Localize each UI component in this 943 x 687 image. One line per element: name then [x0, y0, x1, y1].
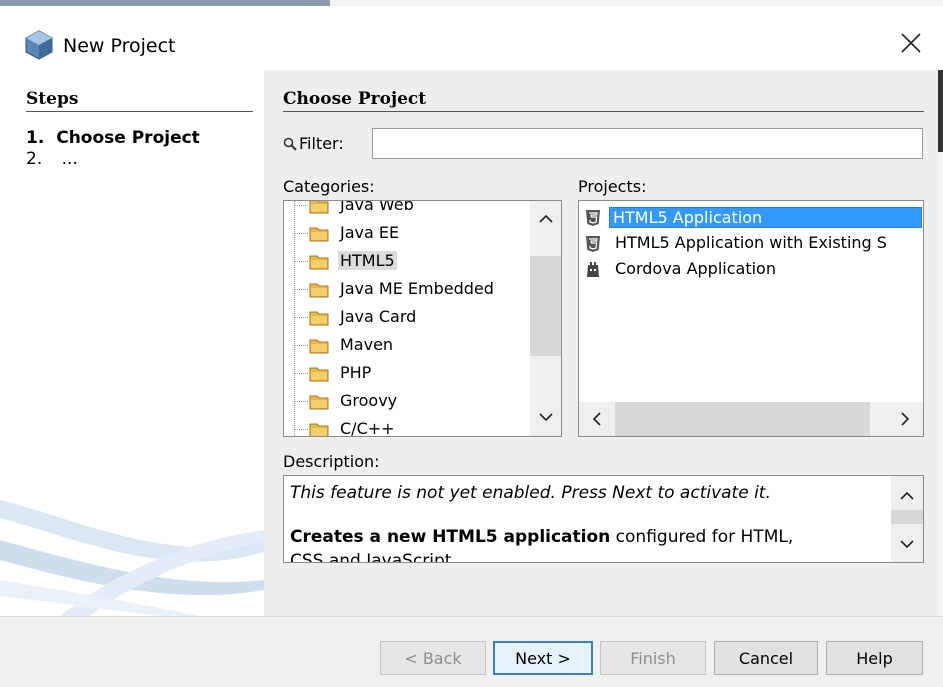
chevron-up-icon[interactable]: [891, 484, 923, 508]
filter-label: Filter:: [299, 134, 344, 153]
category-label: Maven: [340, 335, 394, 354]
netbeans-cube-icon: [25, 30, 53, 60]
panel-heading: Choose Project: [283, 89, 427, 109]
chevron-left-icon[interactable]: [581, 407, 613, 431]
projects-list[interactable]: HTML5 Application HTML5 Application with…: [578, 200, 924, 437]
steps-panel: Steps 1. Choose Project 2. ...: [0, 70, 264, 616]
chevron-right-icon[interactable]: [889, 407, 921, 431]
next-button[interactable]: Next >: [493, 641, 593, 675]
project-label: HTML5 Application: [609, 207, 922, 228]
tree-guide: [294, 345, 308, 346]
step-label: ...: [61, 149, 78, 169]
html5-icon: [586, 210, 600, 226]
title-bar[interactable]: New Project: [0, 6, 943, 70]
categories-scrollbar[interactable]: [530, 201, 562, 436]
category-label: Java Web: [340, 200, 414, 214]
project-item-cordova-application[interactable]: Cordova Application: [579, 257, 923, 283]
scrollbar-thumb[interactable]: [891, 510, 923, 524]
scrollbar-thumb[interactable]: [615, 402, 870, 436]
categories-tree[interactable]: Java Web Java EE HTML5 Java ME Embedded: [283, 200, 562, 437]
step-item-choose-project: 1. Choose Project: [26, 128, 200, 148]
tree-guide: [294, 233, 308, 234]
category-item-groovy[interactable]: Groovy: [284, 388, 534, 416]
description-summary-rest: configured for HTML,: [610, 527, 794, 547]
search-icon: [283, 137, 297, 151]
projects-label: Projects:: [578, 177, 647, 196]
window-edge-scroll: [938, 70, 943, 152]
category-item-php[interactable]: PHP: [284, 360, 534, 388]
tree-guide: [294, 261, 308, 262]
category-label: Java EE: [340, 223, 400, 242]
tree-guide: [294, 429, 308, 430]
description-scrollbar[interactable]: [891, 476, 923, 562]
tree-guide: [294, 317, 308, 318]
description-label: Description:: [283, 452, 380, 471]
decorative-swoosh: [0, 500, 264, 616]
project-label: Cordova Application: [615, 259, 776, 278]
step-label: Choose Project: [56, 128, 200, 148]
step-item-pending: 2. ...: [26, 149, 78, 169]
button-bar: < Back Next > Finish Cancel Help: [0, 617, 943, 687]
tree-guide: [294, 205, 308, 206]
description-summary: Creates a new HTML5 application configur…: [290, 527, 793, 547]
scrollbar-thumb[interactable]: [530, 256, 561, 356]
category-item-java-me-embedded[interactable]: Java ME Embedded: [284, 276, 534, 304]
folder-icon: [309, 339, 329, 354]
close-icon[interactable]: [896, 28, 926, 58]
description-notice: This feature is not yet enabled. Press N…: [290, 483, 771, 503]
help-button[interactable]: Help: [826, 641, 923, 675]
new-project-dialog: New Project Steps 1. Choose Project 2. .…: [0, 0, 943, 687]
projects-horizontal-scrollbar[interactable]: [579, 402, 923, 436]
window-title: New Project: [63, 35, 176, 57]
tree-guide: [294, 289, 308, 290]
cordova-icon: [587, 262, 599, 277]
category-label: C/C++: [340, 419, 395, 437]
steps-divider: [26, 111, 253, 112]
tree-guide: [294, 401, 308, 402]
folder-icon: [309, 201, 329, 214]
category-item-html5[interactable]: HTML5: [284, 248, 534, 276]
category-label: Groovy: [340, 391, 398, 410]
description-summary-bold: Creates a new HTML5 application: [290, 527, 611, 547]
chevron-down-icon[interactable]: [891, 532, 923, 556]
cancel-button[interactable]: Cancel: [714, 641, 818, 675]
category-item-maven[interactable]: Maven: [284, 332, 534, 360]
choose-project-panel: Choose Project Filter: Categories: Proje…: [264, 70, 938, 616]
tree-guide: [294, 373, 308, 374]
folder-icon: [309, 227, 329, 242]
steps-heading: Steps: [26, 89, 79, 109]
html5-icon: [586, 236, 600, 252]
project-item-html5-application[interactable]: HTML5 Application: [579, 205, 923, 231]
step-number: 1.: [26, 128, 45, 148]
back-button[interactable]: < Back: [380, 641, 486, 675]
folder-icon: [309, 395, 329, 410]
description-continuation: CSS and JavaScript.: [290, 551, 457, 563]
category-label: PHP: [340, 363, 372, 382]
finish-button[interactable]: Finish: [600, 641, 706, 675]
project-item-html5-existing-sources[interactable]: HTML5 Application with Existing S: [579, 231, 923, 257]
chevron-up-icon[interactable]: [530, 207, 562, 231]
step-number: 2.: [26, 149, 43, 169]
category-item-c-cpp[interactable]: C/C++: [284, 416, 534, 437]
category-label: Java ME Embedded: [340, 279, 494, 298]
folder-icon: [309, 423, 329, 436]
filter-input[interactable]: [372, 128, 923, 159]
category-item-java-web[interactable]: Java Web: [284, 200, 534, 220]
category-item-java-ee[interactable]: Java EE: [284, 220, 534, 248]
folder-icon: [309, 283, 329, 298]
folder-icon: [309, 367, 329, 382]
folder-icon: [309, 255, 329, 270]
description-box[interactable]: This feature is not yet enabled. Press N…: [283, 475, 924, 563]
categories-label: Categories:: [283, 177, 375, 196]
category-label: HTML5: [338, 251, 397, 270]
project-label: HTML5 Application with Existing S: [615, 233, 887, 252]
chevron-down-icon[interactable]: [530, 405, 562, 429]
panel-divider: [283, 111, 924, 112]
category-item-java-card[interactable]: Java Card: [284, 304, 534, 332]
category-label: Java Card: [340, 307, 417, 326]
folder-icon: [309, 311, 329, 326]
